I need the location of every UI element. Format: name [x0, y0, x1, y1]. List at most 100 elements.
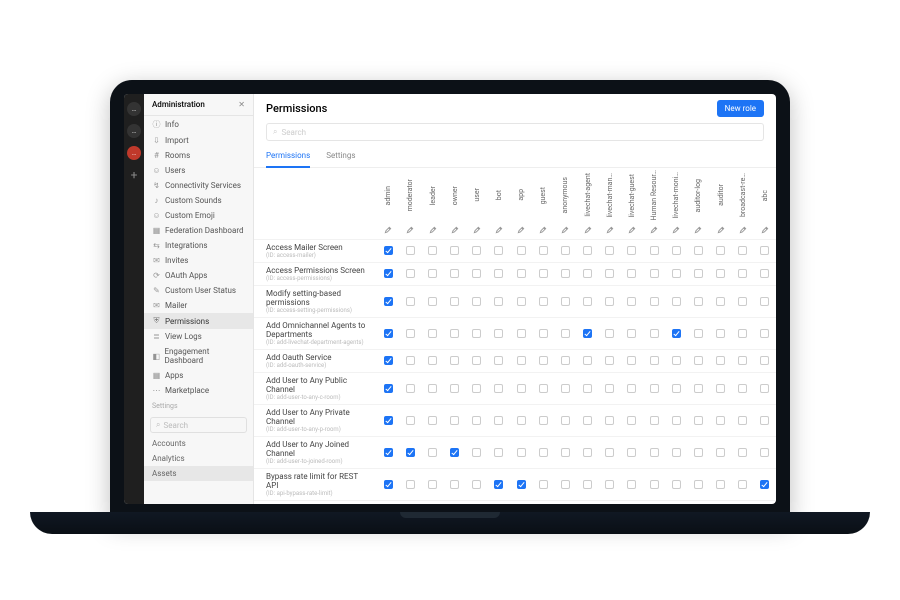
- permission-checkbox[interactable]: [377, 436, 399, 468]
- permission-checkbox[interactable]: [577, 349, 599, 372]
- sidebar-item-permissions[interactable]: ⛨Permissions: [144, 313, 253, 329]
- add-workspace-button[interactable]: +: [131, 168, 138, 182]
- permission-checkbox[interactable]: [510, 349, 532, 372]
- sidebar-item-connectivity-services[interactable]: ↯Connectivity Services: [144, 178, 253, 193]
- permission-checkbox[interactable]: [687, 239, 709, 262]
- workspace-bubble[interactable]: …: [127, 102, 141, 116]
- permission-checkbox[interactable]: [687, 436, 709, 468]
- permission-checkbox[interactable]: [377, 404, 399, 436]
- permission-checkbox[interactable]: [488, 285, 510, 317]
- permission-checkbox[interactable]: [488, 468, 510, 500]
- permission-checkbox[interactable]: [732, 500, 754, 504]
- permission-checkbox[interactable]: [687, 262, 709, 285]
- permission-checkbox[interactable]: [599, 436, 621, 468]
- permission-checkbox[interactable]: [488, 436, 510, 468]
- edit-role-icon[interactable]: [577, 225, 599, 240]
- permission-checkbox[interactable]: [377, 500, 399, 504]
- permission-checkbox[interactable]: [665, 239, 687, 262]
- edit-role-icon[interactable]: [732, 225, 754, 240]
- permission-checkbox[interactable]: [377, 372, 399, 404]
- permission-checkbox[interactable]: [687, 285, 709, 317]
- permission-checkbox[interactable]: [577, 404, 599, 436]
- permission-checkbox[interactable]: [554, 436, 576, 468]
- permission-checkbox[interactable]: [665, 436, 687, 468]
- permission-checkbox[interactable]: [599, 285, 621, 317]
- permission-checkbox[interactable]: [532, 500, 554, 504]
- settings-item-analytics[interactable]: Analytics: [144, 451, 253, 466]
- permission-checkbox[interactable]: [709, 436, 731, 468]
- permission-checkbox[interactable]: [665, 317, 687, 349]
- permission-checkbox[interactable]: [444, 285, 466, 317]
- permission-checkbox[interactable]: [421, 239, 443, 262]
- permission-checkbox[interactable]: [599, 317, 621, 349]
- permission-checkbox[interactable]: [510, 468, 532, 500]
- edit-role-icon[interactable]: [421, 225, 443, 240]
- permission-checkbox[interactable]: [577, 317, 599, 349]
- permission-checkbox[interactable]: [665, 285, 687, 317]
- permission-checkbox[interactable]: [577, 285, 599, 317]
- permission-checkbox[interactable]: [732, 404, 754, 436]
- permission-checkbox[interactable]: [709, 404, 731, 436]
- permission-checkbox[interactable]: [754, 500, 776, 504]
- edit-role-icon[interactable]: [687, 225, 709, 240]
- sidebar-item-custom-sounds[interactable]: ♪Custom Sounds: [144, 193, 253, 208]
- permission-checkbox[interactable]: [532, 285, 554, 317]
- permission-checkbox[interactable]: [687, 500, 709, 504]
- permission-checkbox[interactable]: [399, 349, 421, 372]
- sidebar-item-engagement-dashboard[interactable]: ◧Engagement Dashboard: [144, 344, 253, 368]
- permission-checkbox[interactable]: [554, 468, 576, 500]
- permission-checkbox[interactable]: [466, 262, 488, 285]
- permission-checkbox[interactable]: [621, 239, 643, 262]
- permission-checkbox[interactable]: [621, 436, 643, 468]
- edit-role-icon[interactable]: [665, 225, 687, 240]
- permission-checkbox[interactable]: [554, 285, 576, 317]
- permission-checkbox[interactable]: [399, 404, 421, 436]
- sidebar-item-view-logs[interactable]: ≣View Logs: [144, 329, 253, 344]
- sidebar-item-marketplace[interactable]: ⋯Marketplace: [144, 383, 253, 398]
- permission-checkbox[interactable]: [621, 285, 643, 317]
- permission-checkbox[interactable]: [754, 468, 776, 500]
- permission-checkbox[interactable]: [510, 500, 532, 504]
- permission-checkbox[interactable]: [510, 317, 532, 349]
- permission-checkbox[interactable]: [554, 404, 576, 436]
- tab-permissions[interactable]: Permissions: [266, 147, 310, 168]
- permission-checkbox[interactable]: [377, 349, 399, 372]
- permission-checkbox[interactable]: [399, 262, 421, 285]
- permission-checkbox[interactable]: [754, 239, 776, 262]
- permission-checkbox[interactable]: [577, 239, 599, 262]
- permission-checkbox[interactable]: [532, 468, 554, 500]
- permission-checkbox[interactable]: [554, 239, 576, 262]
- permission-checkbox[interactable]: [754, 262, 776, 285]
- permission-checkbox[interactable]: [687, 468, 709, 500]
- permission-checkbox[interactable]: [488, 404, 510, 436]
- edit-role-icon[interactable]: [754, 225, 776, 240]
- permission-checkbox[interactable]: [399, 239, 421, 262]
- permission-checkbox[interactable]: [754, 349, 776, 372]
- permission-checkbox[interactable]: [643, 500, 665, 504]
- edit-role-icon[interactable]: [510, 225, 532, 240]
- permission-checkbox[interactable]: [421, 404, 443, 436]
- permission-checkbox[interactable]: [532, 349, 554, 372]
- permission-checkbox[interactable]: [732, 372, 754, 404]
- permission-checkbox[interactable]: [488, 239, 510, 262]
- permission-checkbox[interactable]: [599, 262, 621, 285]
- permission-checkbox[interactable]: [709, 317, 731, 349]
- settings-search[interactable]: ⌕Search: [150, 417, 247, 433]
- permission-checkbox[interactable]: [466, 404, 488, 436]
- edit-role-icon[interactable]: [377, 225, 399, 240]
- permission-checkbox[interactable]: [732, 285, 754, 317]
- sidebar-item-integrations[interactable]: ⇆Integrations: [144, 238, 253, 253]
- permission-checkbox[interactable]: [643, 317, 665, 349]
- edit-role-icon[interactable]: [643, 225, 665, 240]
- permission-checkbox[interactable]: [466, 372, 488, 404]
- edit-role-icon[interactable]: [599, 225, 621, 240]
- edit-role-icon[interactable]: [466, 225, 488, 240]
- permission-checkbox[interactable]: [532, 436, 554, 468]
- sidebar-item-mailer[interactable]: ✉Mailer: [144, 298, 253, 313]
- permission-checkbox[interactable]: [532, 262, 554, 285]
- permission-checkbox[interactable]: [665, 500, 687, 504]
- permission-checkbox[interactable]: [732, 349, 754, 372]
- permission-checkbox[interactable]: [554, 372, 576, 404]
- permission-checkbox[interactable]: [709, 239, 731, 262]
- permission-checkbox[interactable]: [754, 317, 776, 349]
